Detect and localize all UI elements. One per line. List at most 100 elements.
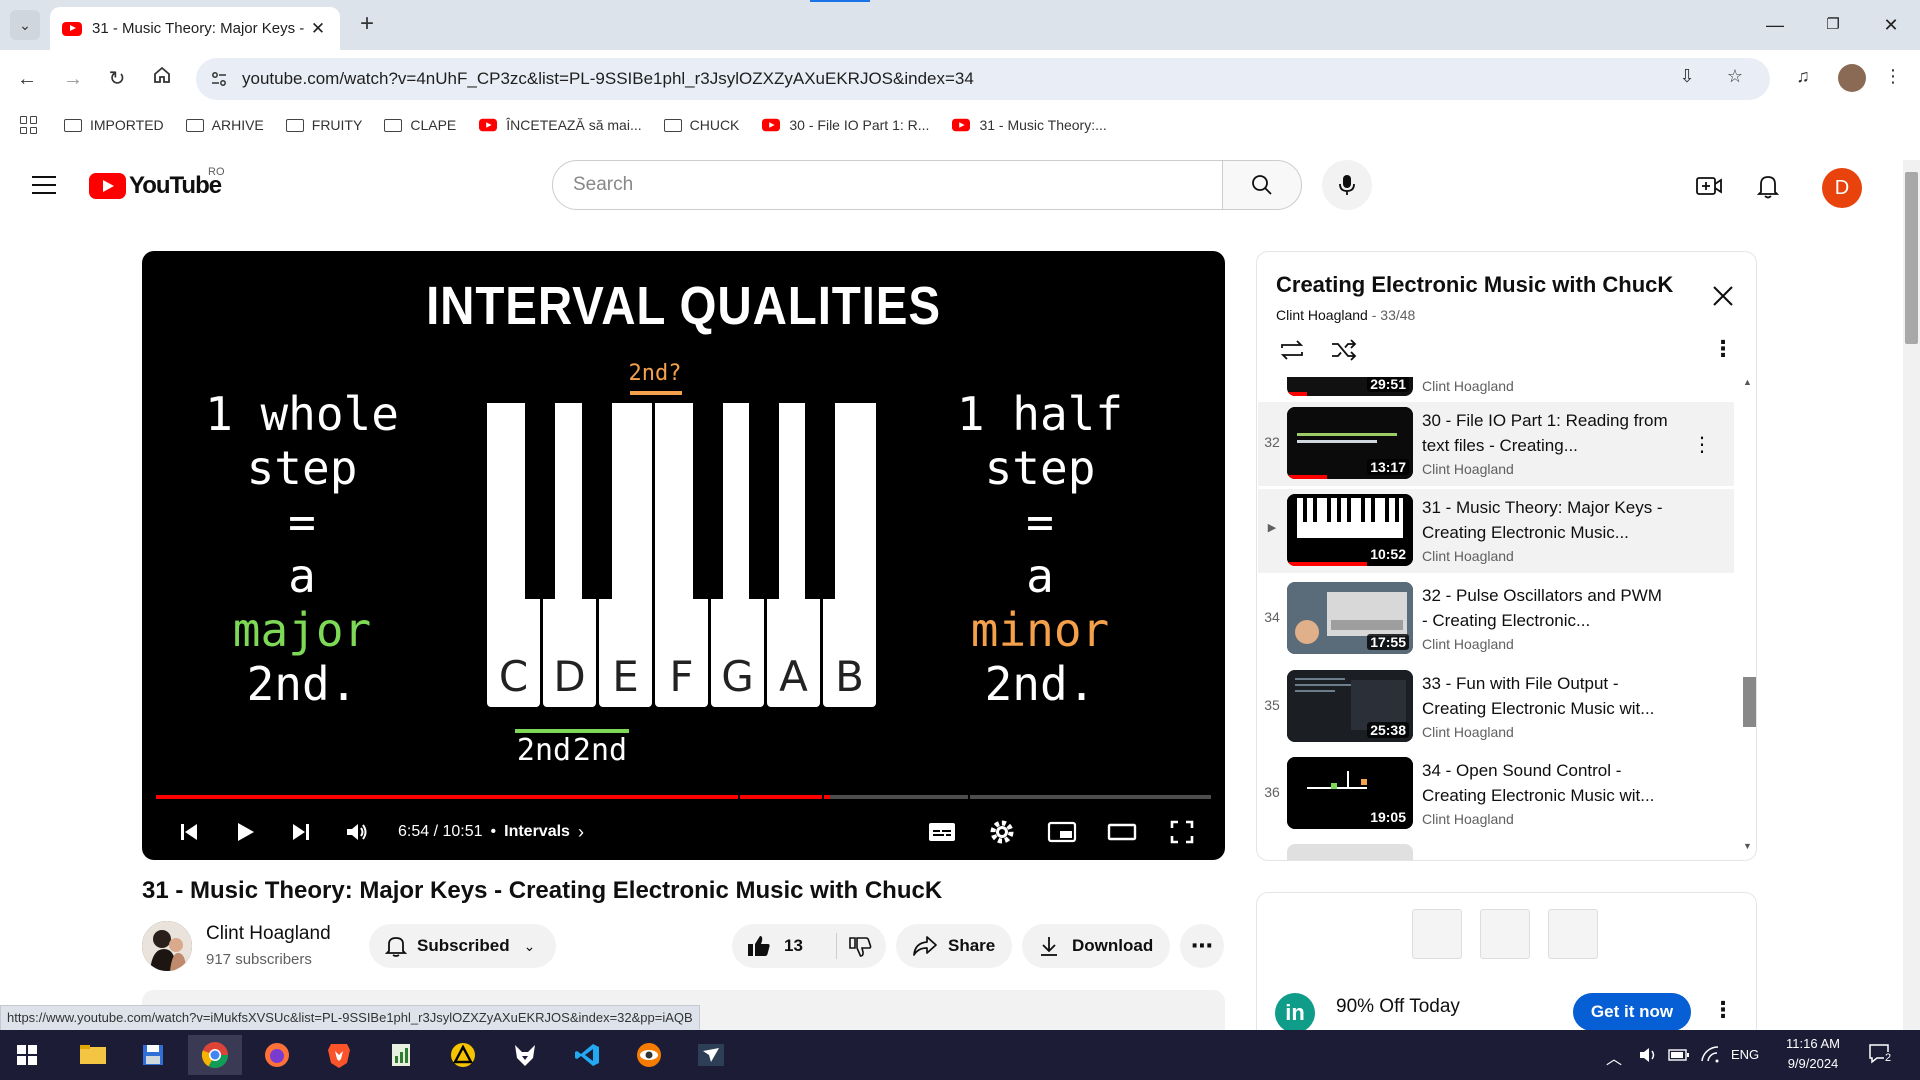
bookmark-file-io[interactable]: 30 - File IO Part 1: R...	[761, 117, 929, 133]
bookmark-fruity[interactable]: FRUITY	[285, 117, 362, 133]
dislike-button[interactable]	[847, 934, 873, 958]
bookmark-music-theory[interactable]: 31 - Music Theory:...	[951, 117, 1107, 133]
miniplayer-button[interactable]	[1042, 815, 1082, 849]
ad-card[interactable]: in 90% Off Today Get it now ⋮	[1256, 892, 1757, 1042]
fl-studio-app[interactable]	[498, 1035, 552, 1075]
scroll-up-icon[interactable]: ▲	[1743, 377, 1752, 387]
tab-close-icon[interactable]: ✕	[308, 19, 328, 39]
play-button[interactable]	[228, 815, 262, 849]
loop-icon[interactable]	[1277, 338, 1307, 362]
tab-search-button[interactable]: ⌄	[10, 10, 40, 40]
left-line: step	[246, 441, 358, 495]
input-language[interactable]: ENG	[1731, 1047, 1759, 1062]
list-item[interactable]: 35 25:38 33 - Fun with File Output - Cre…	[1258, 665, 1734, 749]
list-item-current[interactable]: ▶ 10:52 31 - Music Theory: Major Keys - …	[1258, 489, 1734, 573]
bookmark-clape[interactable]: CLAPE	[384, 117, 456, 133]
page-scroll-thumb[interactable]	[1905, 172, 1918, 344]
viewer-app[interactable]	[622, 1035, 676, 1075]
like-dislike-group: 13	[732, 924, 886, 968]
minimize-button[interactable]: —	[1752, 10, 1798, 40]
list-item[interactable]: 36 19:05 34 - Open Sound Control - Creat…	[1258, 752, 1734, 836]
shuffle-icon[interactable]	[1329, 338, 1359, 362]
bookmark-chuck[interactable]: CHUCK	[663, 117, 739, 133]
ad-cta-button[interactable]: Get it now	[1573, 993, 1691, 1031]
chrome-app[interactable]	[188, 1035, 242, 1075]
list-item[interactable]	[1258, 839, 1734, 860]
playlist-title[interactable]: Creating Electronic Music with ChucK	[1276, 272, 1673, 298]
tray-chevron-icon[interactable]: ︿	[1606, 1045, 1622, 1069]
search-button[interactable]	[1222, 160, 1302, 210]
download-button[interactable]: Download	[1022, 924, 1170, 968]
video-player[interactable]: INTERVAL QUALITIES 1 whole step = a majo…	[142, 251, 1225, 860]
address-bar[interactable]: youtube.com/watch?v=4nUhF_CP3zc&list=PL-…	[196, 58, 1770, 100]
ad-menu-icon[interactable]: ⋮	[1712, 997, 1734, 1023]
channel-avatar[interactable]	[142, 921, 192, 971]
bookmark-inceteaza[interactable]: ÎNCETEAZĂ să mai...	[478, 117, 642, 133]
reload-button[interactable]: ↻	[102, 64, 132, 94]
playlist-scroll-thumb[interactable]	[1743, 677, 1756, 727]
apps-grid-icon[interactable]	[20, 116, 38, 134]
notification-center-button[interactable]: 2	[1868, 1042, 1894, 1066]
next-button[interactable]	[284, 815, 318, 849]
close-icon[interactable]	[1709, 282, 1737, 310]
chapter-label[interactable]: Intervals	[504, 823, 570, 841]
playlist-scrollbar[interactable]: ▲ ▼	[1741, 377, 1756, 857]
create-video-button[interactable]	[1693, 170, 1725, 202]
playlist-menu-icon[interactable]: ⋮	[1712, 336, 1734, 362]
clock-date[interactable]: 9/9/2024	[1776, 1056, 1850, 1071]
volume-tray-icon[interactable]	[1638, 1046, 1658, 1064]
more-actions-button[interactable]: ⋯	[1180, 924, 1224, 968]
restore-button[interactable]: ❐	[1810, 10, 1856, 40]
spreadsheet-app[interactable]	[374, 1035, 428, 1075]
scroll-down-icon[interactable]: ▼	[1743, 841, 1752, 851]
vscode-app[interactable]	[560, 1035, 614, 1075]
subtitles-button[interactable]	[922, 815, 962, 849]
install-app-icon[interactable]: ⇩	[1674, 66, 1700, 87]
list-item[interactable]: 29:51 Clint Hoagland	[1258, 377, 1734, 403]
bookmark-star-icon[interactable]: ☆	[1722, 66, 1748, 87]
youtube-logo[interactable]: YouTube	[89, 172, 222, 200]
account-avatar[interactable]: D	[1822, 168, 1862, 208]
progress-bar[interactable]	[156, 795, 1211, 799]
voice-search-button[interactable]	[1322, 160, 1372, 210]
site-info-icon[interactable]	[206, 66, 232, 92]
share-button[interactable]: Share	[896, 924, 1012, 968]
wifi-icon[interactable]	[1700, 1045, 1720, 1063]
battery-icon[interactable]	[1668, 1048, 1690, 1062]
media-control-icon[interactable]: ♫	[1790, 66, 1816, 87]
close-window-button[interactable]: ✕	[1868, 10, 1914, 40]
profile-avatar[interactable]	[1838, 64, 1866, 92]
forward-button[interactable]: →	[58, 64, 88, 94]
brave-app[interactable]	[312, 1035, 366, 1075]
playlist-owner[interactable]: Clint Hoagland	[1276, 307, 1368, 323]
new-tab-button[interactable]: +	[352, 10, 382, 40]
start-button[interactable]	[0, 1035, 54, 1075]
volume-button[interactable]	[340, 815, 374, 849]
previous-button[interactable]	[172, 815, 206, 849]
home-button[interactable]	[147, 64, 177, 94]
firefox-app[interactable]	[250, 1035, 304, 1075]
settings-button[interactable]	[982, 815, 1022, 849]
notifications-button[interactable]	[1752, 170, 1784, 202]
channel-name[interactable]: Clint Hoagland	[206, 923, 331, 945]
search-input[interactable]: Search	[552, 160, 1224, 210]
terminal-app[interactable]	[684, 1035, 738, 1075]
menu-hamburger-icon[interactable]	[32, 176, 56, 200]
file-explorer-app[interactable]	[66, 1035, 120, 1075]
bookmark-arhive[interactable]: ARHIVE	[185, 117, 264, 133]
like-button[interactable]: 13	[746, 934, 826, 958]
back-button[interactable]: ←	[12, 64, 42, 94]
bookmark-imported[interactable]: IMPORTED	[64, 117, 164, 133]
fullscreen-button[interactable]	[1162, 815, 1202, 849]
subscribed-button[interactable]: Subscribed ⌄	[369, 924, 556, 968]
list-item[interactable]: 34 17:55 32 - Pulse Oscillators and PWM …	[1258, 577, 1734, 661]
chevron-right-icon[interactable]: ›	[578, 822, 584, 843]
save-app[interactable]	[126, 1035, 180, 1075]
theater-mode-button[interactable]	[1102, 815, 1142, 849]
clock-time[interactable]: 11:16 AM	[1776, 1036, 1850, 1051]
browser-menu-icon[interactable]: ⋮	[1880, 66, 1906, 87]
more-vertical-icon[interactable]: ⋮	[1692, 432, 1712, 457]
active-tab[interactable]: 31 - Music Theory: Major Keys - Creating…	[50, 7, 340, 50]
list-item[interactable]: 32 13:17 30 - File IO Part 1: Reading fr…	[1258, 402, 1734, 486]
ableton-app[interactable]	[436, 1035, 490, 1075]
